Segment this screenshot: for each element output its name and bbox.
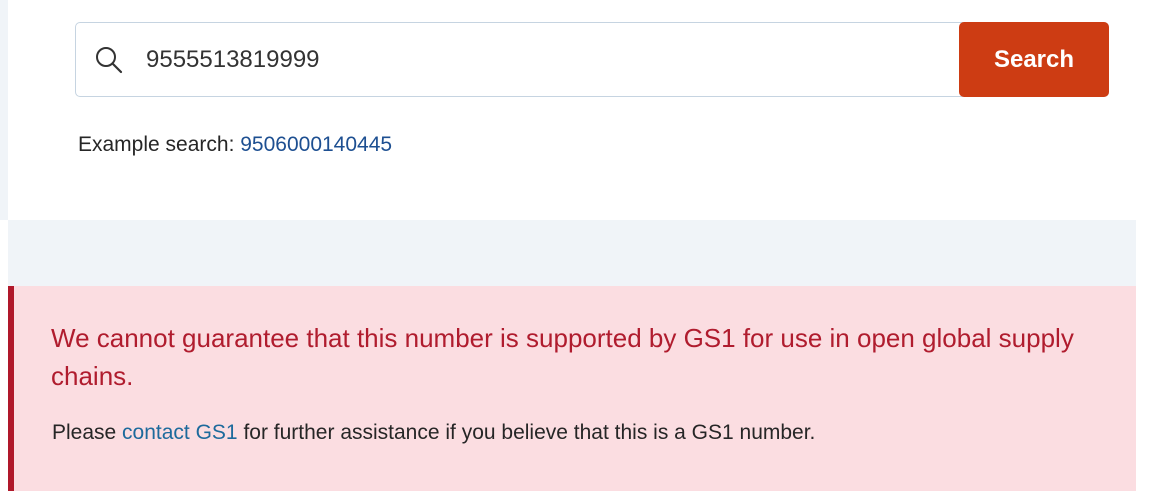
right-strip [1136, 0, 1150, 491]
alert-title: We cannot guarantee that this number is … [51, 323, 1074, 391]
example-search: Example search: 9506000140445 [78, 133, 392, 157]
search-input[interactable] [146, 41, 906, 79]
alert-message-prefix: Please [52, 421, 123, 444]
page: Search Example search: 9506000140445 We … [0, 0, 1150, 491]
example-search-link[interactable]: 9506000140445 [240, 133, 392, 156]
example-search-label: Example search: [78, 133, 241, 156]
warning-alert: We cannot guarantee that this number is … [8, 286, 1136, 491]
search-box [75, 22, 1109, 97]
alert-message: Please contact GS1 for further assistanc… [52, 421, 815, 445]
background-band [8, 220, 1136, 286]
alert-message-suffix: for further assistance if you believe th… [237, 421, 816, 444]
contact-gs1-link[interactable]: contact GS1 [122, 421, 238, 444]
search-button[interactable]: Search [959, 22, 1109, 97]
search-icon [94, 45, 124, 75]
left-strip [0, 0, 8, 220]
